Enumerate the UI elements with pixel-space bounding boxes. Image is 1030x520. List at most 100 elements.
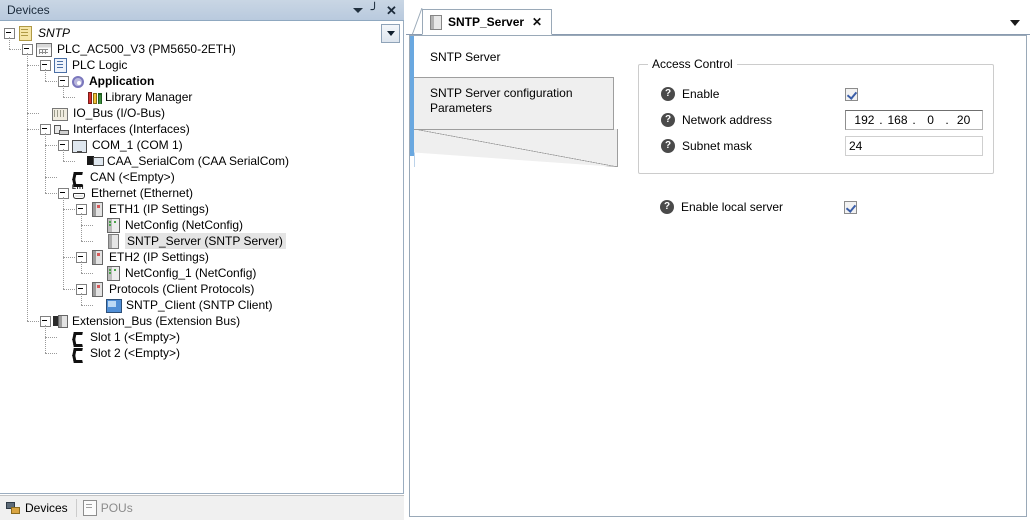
tree-item-com_1[interactable]: COM_1 (COM 1) [0, 137, 403, 153]
panel-pin-icon[interactable]: ╯ [366, 2, 383, 18]
tree-item-extension_bus[interactable]: Extension_Bus (Extension Bus) [0, 313, 403, 329]
tree-guide-line [45, 353, 57, 354]
ip-octet-1[interactable]: 192 [854, 113, 874, 127]
serial-com-icon [87, 156, 104, 168]
tree-guide-line [63, 97, 75, 98]
tab-list-dropdown-icon[interactable] [1010, 20, 1020, 26]
tree-item-sntp_server[interactable]: SNTP_Server (SNTP Server) [0, 233, 403, 249]
tree-item-eth2[interactable]: ETH2 (IP Settings) [0, 249, 403, 265]
tree-item-plc[interactable]: PLC Logic [0, 57, 403, 73]
tree-guide-line [9, 49, 21, 50]
editor-panel: SNTP_Server ✕ SNTP Server SNTP Server co… [406, 0, 1030, 520]
ip-settings-icon [92, 202, 103, 217]
plc-logic-icon [54, 58, 67, 73]
form-row-network-address: ? Network address 192 . 168 . 0 . 20 [649, 107, 983, 133]
tree-item-netconfig[interactable]: NetConfig (NetConfig) [0, 217, 403, 233]
tree-item-label: IO_Bus (I/O-Bus) [73, 106, 166, 120]
tree-guide-line [27, 321, 39, 322]
tree-guide-line [63, 289, 75, 290]
devices-tab-icon [6, 501, 21, 515]
bottom-tab-bar: Devices POUs [0, 495, 404, 520]
network-address-input[interactable]: 192 . 168 . 0 . 20 [845, 110, 983, 130]
network-address-label: Network address [682, 113, 773, 127]
protocols-icon [92, 282, 103, 297]
vertical-tab-sntp-server-label: SNTP Server [430, 49, 501, 64]
bottom-tab-pous[interactable]: POUs [77, 496, 141, 520]
enable-local-server-label: Enable local server [681, 200, 784, 214]
plc-icon [36, 42, 52, 57]
can-empty-icon [72, 172, 82, 184]
tree-item-label: Application [89, 74, 155, 88]
devices-panel-header: Devices ╯ ✕ [0, 0, 404, 21]
tree-item-library[interactable]: Library Manager [0, 89, 403, 105]
tree-guide-line [45, 325, 46, 353]
slot-empty-icon [72, 332, 82, 344]
help-icon[interactable]: ? [660, 200, 674, 214]
project-icon [19, 26, 32, 41]
com-port-icon [72, 139, 87, 153]
device-tree-rows: SNTP PLC_AC500_V3 (PM5650-2ETH) PLC Logic A… [0, 25, 403, 361]
ip-octet-3[interactable]: 0 [921, 113, 941, 127]
tree-item-label: Slot 2 (<Empty>) [90, 346, 181, 360]
subnet-mask-input[interactable]: 24 [845, 136, 983, 156]
tree-guide-line [27, 129, 39, 130]
application-icon [72, 75, 84, 88]
tree-item-netconfig_1[interactable]: NetConfig_1 (NetConfig) [0, 265, 403, 281]
tree-item-sntp_client[interactable]: SNTP_Client (SNTP Client) [0, 297, 403, 313]
ip-octet-4[interactable]: 20 [954, 113, 974, 127]
tree-guide-line [45, 193, 57, 194]
tree-guide-line [45, 69, 46, 81]
tree-guide-line [27, 65, 39, 66]
ip-separator: . [945, 113, 949, 127]
access-control-group: Access Control ? Enable ? Network addres… [638, 57, 994, 174]
vertical-tab-sntp-server[interactable]: SNTP Server [414, 36, 614, 77]
ip-octet-2[interactable]: 168 [887, 113, 907, 127]
netconfig-icon [107, 266, 120, 281]
sntp-server-icon [108, 234, 119, 249]
access-control-group-title: Access Control [648, 57, 737, 71]
tree-guide-line [81, 213, 82, 241]
tree-item-io_bus[interactable]: IO_Bus (I/O-Bus) [0, 105, 403, 121]
tree-guide-line [63, 209, 75, 210]
devices-panel-title: Devices [7, 3, 50, 17]
tree-item-application[interactable]: Application [0, 73, 403, 89]
tree-item-sntp[interactable]: SNTP [0, 25, 403, 41]
tree-guide-line [81, 261, 82, 273]
help-icon[interactable]: ? [661, 113, 675, 127]
tree-item-eth1[interactable]: ETH1 (IP Settings) [0, 201, 403, 217]
device-tree[interactable]: SNTP PLC_AC500_V3 (PM5650-2ETH) PLC Logic A… [0, 21, 404, 494]
tree-guide-line [63, 149, 64, 161]
help-icon[interactable]: ? [661, 139, 675, 153]
tree-guide-line [81, 305, 93, 306]
enable-checkbox[interactable] [845, 87, 858, 101]
tree-item-label: SNTP_Client (SNTP Client) [126, 298, 273, 312]
panel-close-icon[interactable]: ✕ [383, 2, 400, 18]
tree-item-label: Interfaces (Interfaces) [73, 122, 190, 136]
panel-dropdown-icon[interactable] [349, 2, 366, 18]
tree-item-interfaces[interactable]: Interfaces (Interfaces) [0, 121, 403, 137]
tree-item-can[interactable]: CAN (<Empty>) [0, 169, 403, 185]
vertical-tab-configuration-parameters[interactable]: SNTP Server configuration Parameters [414, 77, 614, 130]
tree-guide-line [81, 293, 82, 305]
help-icon[interactable]: ? [661, 87, 675, 101]
tree-item-label: Slot 1 (<Empty>) [90, 330, 181, 344]
tree-guide-line [63, 197, 64, 289]
tree-item-plc_ac500_v3[interactable]: PLC_AC500_V3 (PM5650-2ETH) [0, 41, 403, 57]
ethernet-icon [71, 185, 88, 200]
tree-item-slot[interactable]: Slot 1 (<Empty>) [0, 329, 403, 345]
enable-label: Enable [682, 87, 720, 101]
netconfig-icon [107, 218, 120, 233]
extension-bus-icon [53, 315, 69, 328]
enable-local-server-checkbox[interactable] [844, 200, 857, 214]
sntp-client-icon [106, 299, 122, 313]
tree-item-slot[interactable]: Slot 2 (<Empty>) [0, 345, 403, 361]
editor-tab-sntp-server[interactable]: SNTP_Server ✕ [422, 9, 553, 35]
tree-item-caa_serialcom[interactable]: CAA_SerialCom (CAA SerialCom) [0, 153, 403, 169]
editor-tab-close-icon[interactable]: ✕ [532, 16, 542, 28]
bottom-tab-devices[interactable]: Devices [0, 496, 76, 520]
tree-guide-line [45, 133, 46, 193]
tree-item-label: NetConfig (NetConfig) [125, 218, 244, 232]
tree-item-ethernet[interactable]: Ethernet (Ethernet) [0, 185, 403, 201]
tree-item-protocols[interactable]: Protocols (Client Protocols) [0, 281, 403, 297]
form-row-subnet-mask: ? Subnet mask 24 [649, 133, 983, 159]
